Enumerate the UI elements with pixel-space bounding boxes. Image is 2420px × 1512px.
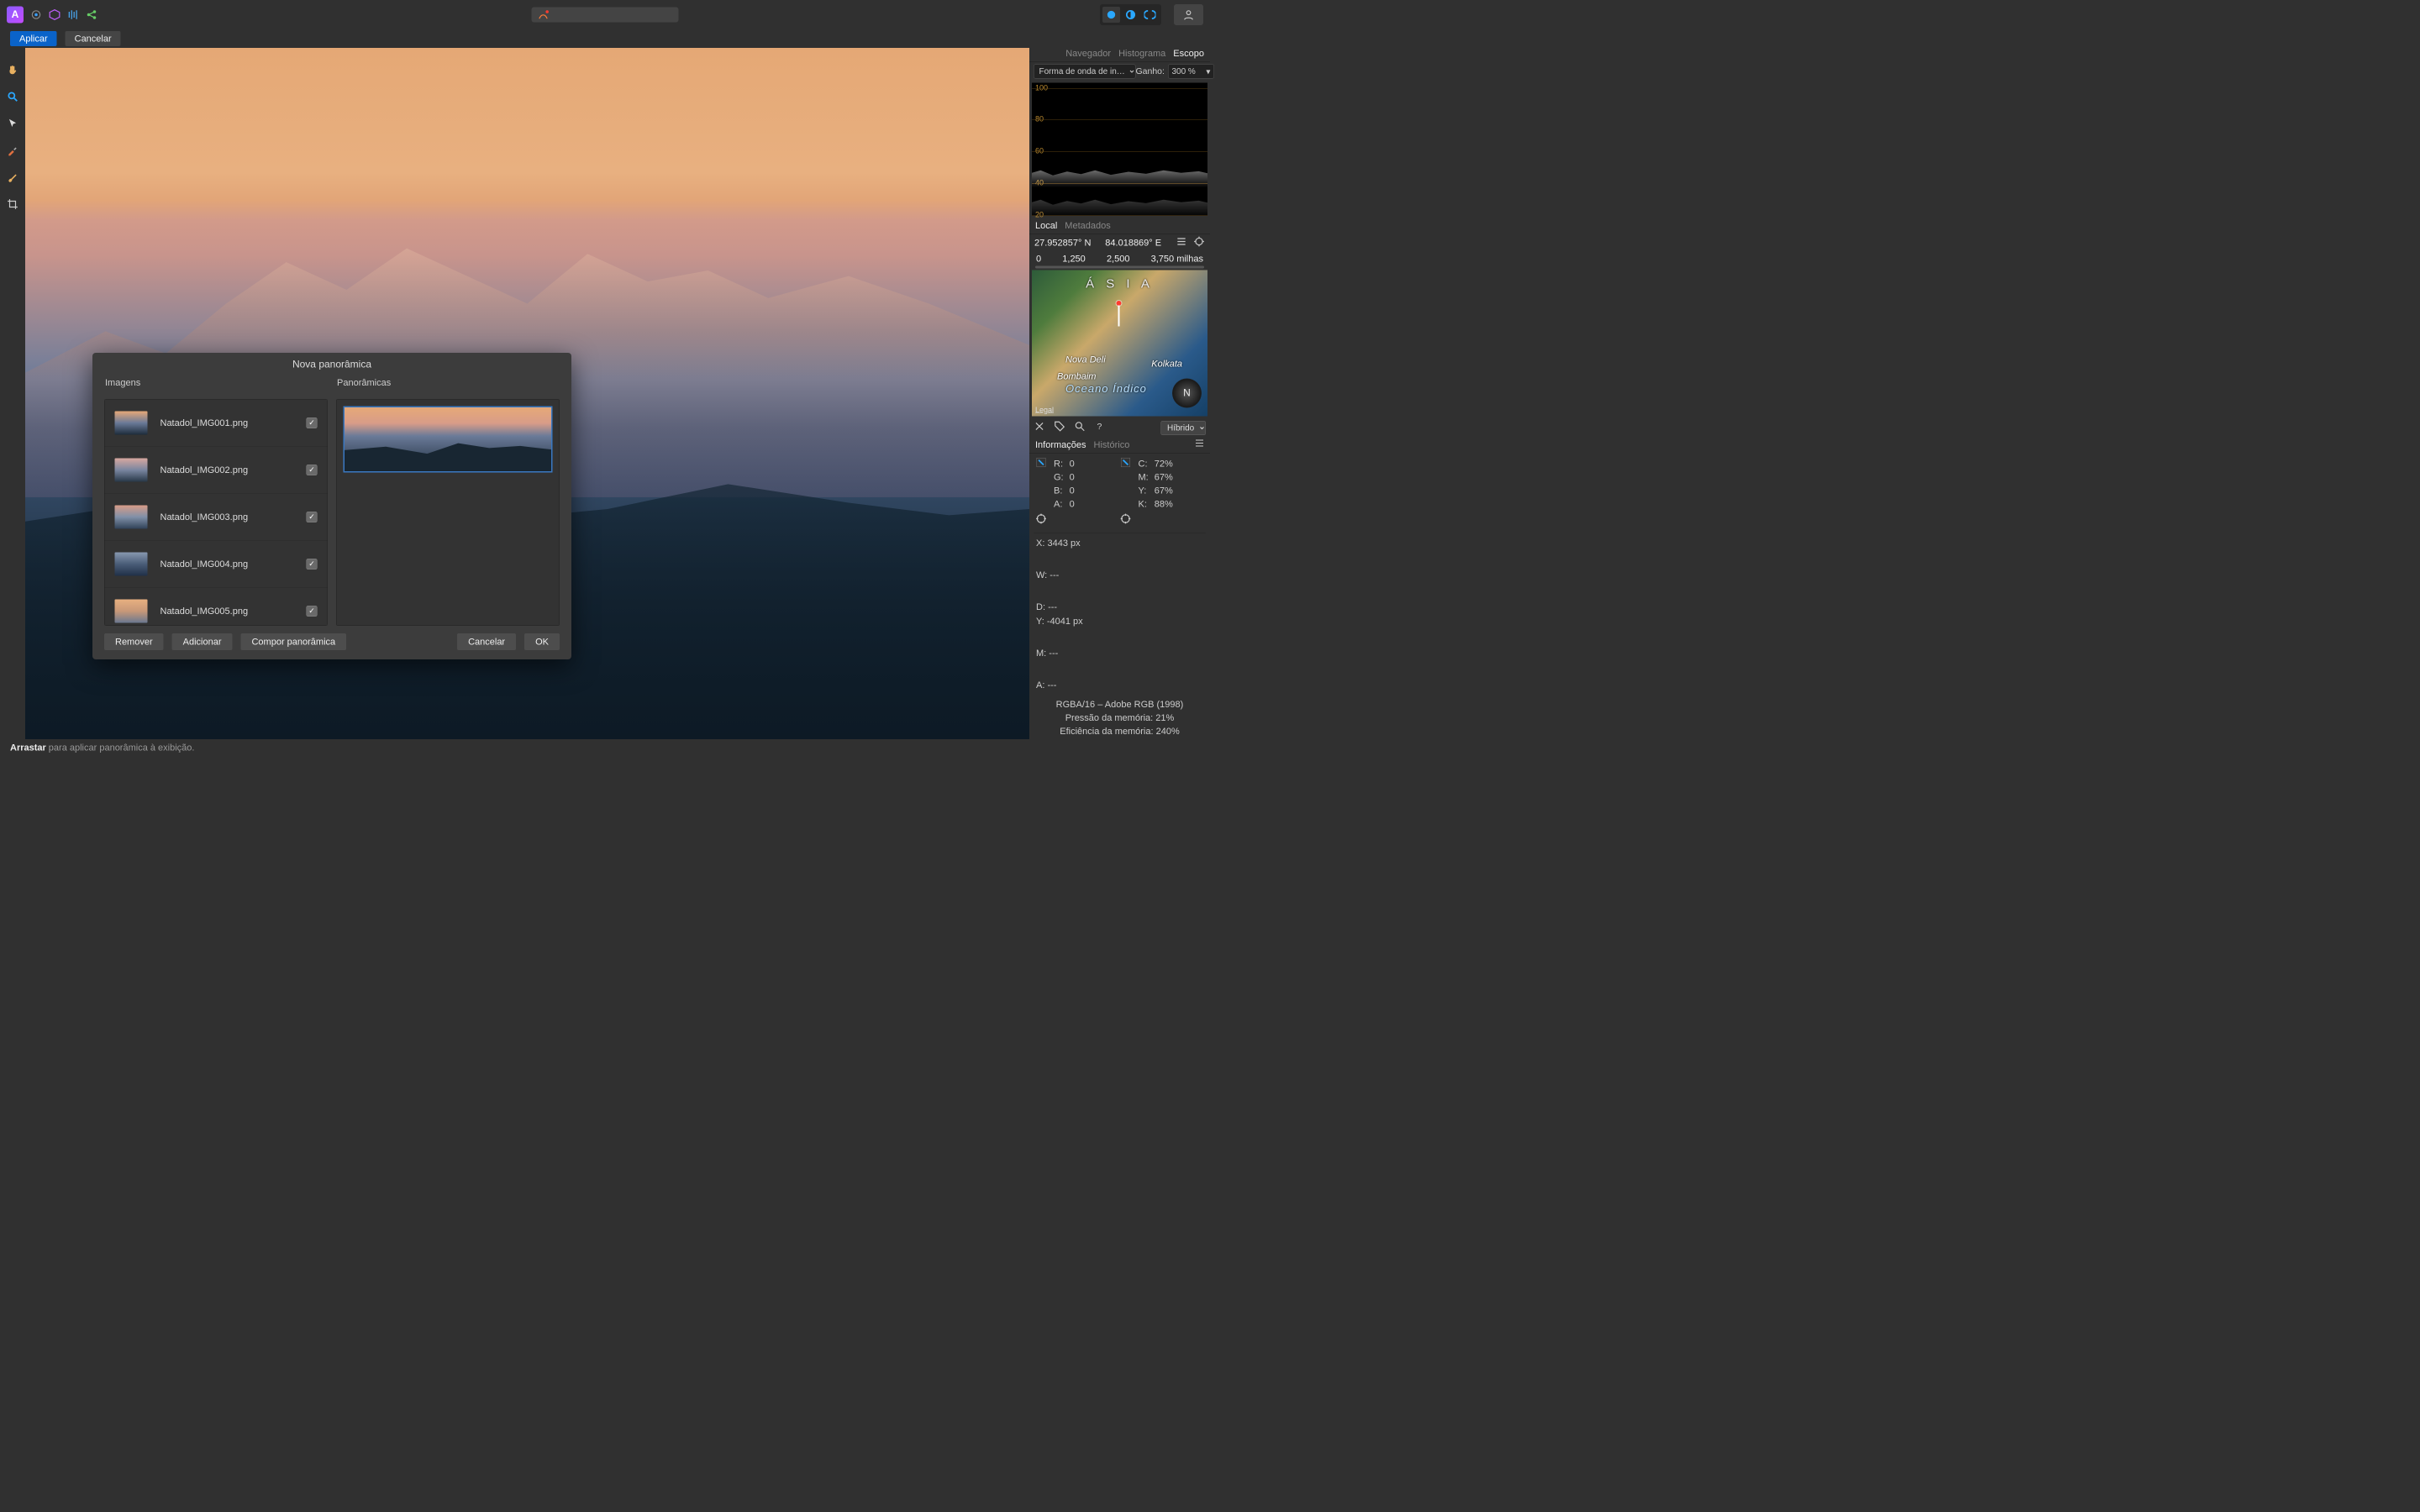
info-color-grid: R:0G:0B:0A:0 C:72%M:67%Y:67%K:88% <box>1029 454 1210 531</box>
help-icon[interactable]: ? <box>1094 421 1106 436</box>
tab-local[interactable]: Local <box>1035 220 1057 234</box>
locate-icon[interactable] <box>1193 236 1205 250</box>
hand-tool[interactable] <box>4 61 21 78</box>
dialog-title: Nova panorâmica <box>92 359 571 370</box>
applybar: Aplicar Cancelar <box>0 29 1210 48</box>
source-images-list[interactable]: Natadol_IMG001.png✓Natadol_IMG002.png✓Na… <box>104 399 328 626</box>
display-persona-cluster <box>1100 4 1161 25</box>
include-checkbox[interactable]: ✓ <box>307 512 318 522</box>
persona-dropdown[interactable] <box>532 8 679 23</box>
dialog-cancel-button[interactable]: Cancelar <box>457 633 516 650</box>
tab-metadata[interactable]: Metadados <box>1065 220 1110 234</box>
search-icon[interactable] <box>1074 421 1086 436</box>
compose-button[interactable]: Compor panorâmica <box>240 633 346 650</box>
scope-panel-tabs: Navegador Histograma Escopo <box>1029 48 1210 62</box>
zoom-tool[interactable] <box>4 88 21 105</box>
picker-icon-2[interactable] <box>1120 457 1132 471</box>
image-row[interactable]: Natadol_IMG005.png ✓ <box>105 588 328 627</box>
longitude-value: 84.018869° E <box>1105 238 1161 249</box>
include-checkbox[interactable]: ✓ <box>307 606 318 617</box>
tab-info[interactable]: Informações <box>1035 439 1086 453</box>
panos-col-header: Panorâmicas <box>336 375 560 391</box>
image-row[interactable]: Natadol_IMG002.png ✓ <box>105 447 328 494</box>
include-checkbox[interactable]: ✓ <box>307 559 318 570</box>
tab-navigator[interactable]: Navegador <box>1065 48 1111 61</box>
gain-value[interactable]: 300 %▾ <box>1168 65 1214 79</box>
colorspace-label: RGBA/16 – Adobe RGB (1998) <box>1029 692 1210 712</box>
list-icon[interactable] <box>1176 236 1187 250</box>
location-panel-tabs: Local Metadados <box>1029 220 1210 234</box>
persona-icon-share[interactable] <box>86 9 97 21</box>
tab-history[interactable]: Histórico <box>1094 439 1130 453</box>
account-button[interactable] <box>1174 4 1203 25</box>
statusbar: Arrastar para aplicar panorâmica à exibi… <box>0 739 1210 756</box>
topbar: A <box>0 0 1210 29</box>
dialog-ok-button[interactable]: OK <box>524 633 560 650</box>
target-icon-2[interactable] <box>1120 513 1132 528</box>
include-checkbox[interactable]: ✓ <box>307 465 318 475</box>
add-button[interactable]: Adicionar <box>172 633 233 650</box>
position-readout-2: Y: -4041 px M: --- A: --- <box>1029 614 1210 692</box>
eyedropper-tool[interactable] <box>4 142 21 159</box>
scope-mode-select[interactable]: Forma de onda de in… <box>1034 65 1136 79</box>
toolbar <box>0 48 25 739</box>
new-panorama-dialog: Nova panorâmica Imagens Panorâmicas Nata… <box>92 353 571 659</box>
image-filename: Natadol_IMG004.png <box>160 559 294 570</box>
thumbnail <box>115 552 148 575</box>
image-filename: Natadol_IMG001.png <box>160 417 294 428</box>
map-scale-bar <box>1035 266 1204 269</box>
panorama-preview[interactable] <box>344 407 553 473</box>
panel-menu-icon[interactable] <box>1195 438 1204 453</box>
image-filename: Natadol_IMG003.png <box>160 512 294 522</box>
tab-histogram[interactable]: Histograma <box>1118 48 1165 61</box>
brush-tool[interactable] <box>4 169 21 186</box>
apply-button[interactable]: Aplicar <box>10 31 57 46</box>
image-row[interactable]: Natadol_IMG001.png ✓ <box>105 400 328 447</box>
gain-label: Ganho: <box>1136 66 1165 76</box>
svg-text:?: ? <box>1097 422 1102 432</box>
image-filename: Natadol_IMG005.png <box>160 606 294 617</box>
panels-column: Navegador Histograma Escopo Forma de ond… <box>1029 48 1210 739</box>
display-mode-3[interactable] <box>1141 7 1159 23</box>
crop-tool[interactable] <box>4 196 21 213</box>
thumbnail <box>115 458 148 481</box>
remove-button[interactable]: Remover <box>104 633 164 650</box>
map-type-select[interactable]: Híbrido <box>1161 421 1207 435</box>
display-mode-1[interactable] <box>1102 7 1120 23</box>
display-mode-2[interactable] <box>1122 7 1139 23</box>
include-checkbox[interactable]: ✓ <box>307 417 318 428</box>
thumbnail <box>115 505 148 528</box>
target-icon[interactable] <box>1035 513 1047 528</box>
picker-icon[interactable] <box>1035 457 1047 471</box>
persona-icon-waves[interactable] <box>67 9 79 21</box>
thumbnail <box>115 411 148 434</box>
info-panel-tabs: Informações Histórico <box>1029 438 1210 454</box>
persona-icon-dev[interactable] <box>30 9 42 21</box>
mem-efficiency-label: Eficiência da memória: 240% <box>1029 726 1210 739</box>
cancel-button[interactable]: Cancelar <box>66 31 121 46</box>
map[interactable]: Á S I A Nova Deli Bombaim Kolkata Oceano… <box>1032 270 1207 417</box>
image-row[interactable]: Natadol_IMG003.png ✓ <box>105 494 328 541</box>
mem-pressure-label: Pressão da memória: 21% <box>1029 712 1210 726</box>
app-logo: A <box>7 7 24 24</box>
persona-icon-cube[interactable] <box>49 9 60 21</box>
close-map-icon[interactable] <box>1034 421 1045 436</box>
images-col-header: Imagens <box>104 375 328 391</box>
image-row[interactable]: Natadol_IMG004.png ✓ <box>105 541 328 588</box>
latitude-value: 27.952857° N <box>1034 238 1091 249</box>
thumbnail <box>115 599 148 622</box>
map-legal-link[interactable]: Legal <box>1035 406 1054 415</box>
panorama-preview-list[interactable] <box>336 399 560 626</box>
pointer-tool[interactable] <box>4 115 21 132</box>
compass-icon[interactable]: N <box>1172 379 1202 408</box>
map-scale: 01,250 2,5003,750 milhas <box>1029 252 1210 266</box>
tag-icon[interactable] <box>1054 421 1065 436</box>
scope-display: 100 80 60 40 20 <box>1032 83 1207 216</box>
image-filename: Natadol_IMG002.png <box>160 465 294 475</box>
tab-scope[interactable]: Escopo <box>1173 48 1204 61</box>
position-readout: X: 3443 px W: --- D: --- <box>1029 536 1210 614</box>
